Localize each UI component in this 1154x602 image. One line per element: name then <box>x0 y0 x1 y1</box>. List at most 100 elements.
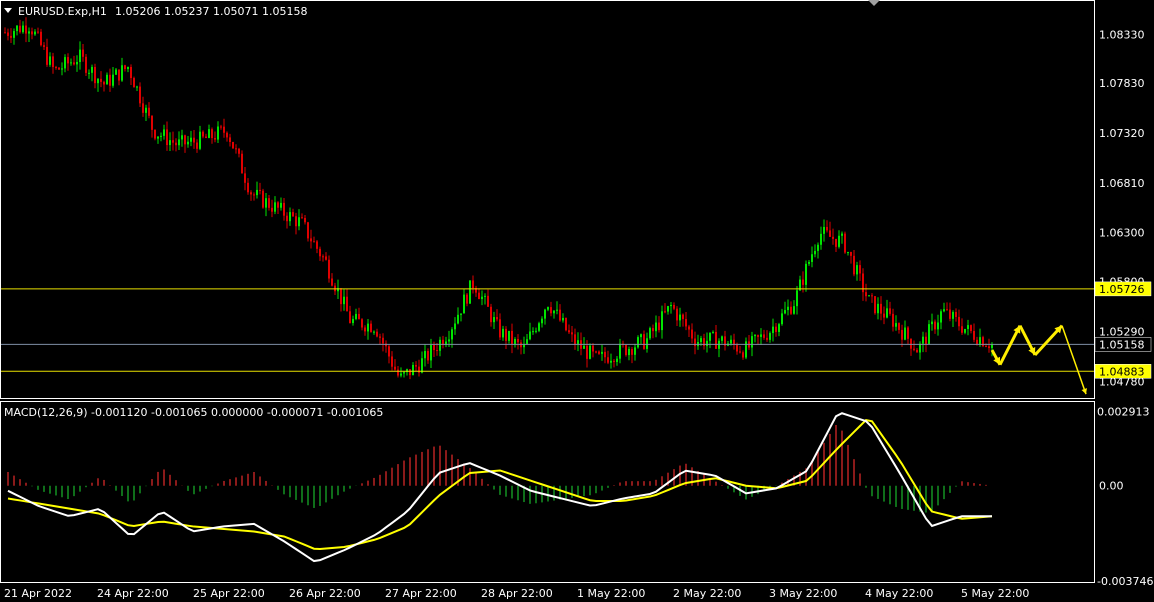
candle-body <box>760 334 762 337</box>
candle-body <box>793 306 795 314</box>
candle-body <box>739 351 741 353</box>
candle-body <box>166 129 168 146</box>
candle-body <box>817 244 819 251</box>
candle-body <box>805 263 807 285</box>
candle-body <box>238 148 240 154</box>
candle-body <box>730 339 732 344</box>
candle-body <box>913 348 915 350</box>
candle-body <box>904 327 906 340</box>
candle-body <box>148 107 150 116</box>
candle-body <box>325 256 327 260</box>
candle-body <box>58 67 60 70</box>
candle-body <box>640 334 642 338</box>
candle-body <box>646 338 648 349</box>
candle-body <box>499 319 501 338</box>
candle-body <box>118 69 120 81</box>
candle-body <box>286 215 288 222</box>
candle-body <box>637 337 639 348</box>
candle-body <box>358 313 360 320</box>
candle-body <box>775 326 777 332</box>
candle-body <box>274 202 276 212</box>
candle-body <box>619 343 621 359</box>
candle-body <box>16 25 18 32</box>
candle-body <box>556 309 558 311</box>
candle-body <box>508 330 510 341</box>
candle-body <box>532 331 534 333</box>
macd-label: MACD(12,26,9) -0.001120 -0.001065 0.0000… <box>4 406 383 419</box>
time-label: 24 Apr 22:00 <box>97 587 169 600</box>
ohlc-label: 1.05206 1.05237 1.05071 1.05158 <box>115 5 307 18</box>
candle-body <box>973 330 975 340</box>
candle-body <box>928 324 930 345</box>
candle-body <box>685 319 687 327</box>
candle-body <box>964 328 966 333</box>
candle-body <box>424 351 426 359</box>
candle-body <box>715 331 717 349</box>
price-tick: 1.06810 <box>1099 177 1145 190</box>
candle-body <box>100 78 102 82</box>
trading-chart[interactable]: EURUSD.Exp,H1 1.05206 1.05237 1.05071 1.… <box>0 0 1154 602</box>
candle-body <box>370 323 372 333</box>
candle-body <box>934 321 936 330</box>
candle-body <box>826 226 828 231</box>
candle-body <box>97 78 99 84</box>
candle-body <box>712 331 714 333</box>
candle-body <box>547 307 549 310</box>
candle-body <box>382 337 384 344</box>
candle-body <box>721 336 723 341</box>
candle-body <box>160 135 162 137</box>
candle-body <box>535 330 537 332</box>
price-tick: 1.05290 <box>1099 325 1145 338</box>
candle-body <box>871 295 873 297</box>
candle-body <box>517 339 519 343</box>
candle-body <box>829 230 831 237</box>
candle-body <box>340 288 342 305</box>
candle-body <box>628 349 630 356</box>
candle-body <box>364 327 366 332</box>
candle-body <box>289 212 291 222</box>
candle-body <box>145 107 147 113</box>
candle-body <box>469 280 471 304</box>
candle-body <box>250 192 252 195</box>
candle-body <box>700 338 702 342</box>
candle-body <box>373 331 375 333</box>
candle-body <box>736 344 738 352</box>
candle-body <box>10 35 12 38</box>
candle-body <box>361 319 363 328</box>
candle-body <box>346 296 348 312</box>
candle-body <box>496 317 498 320</box>
candle-body <box>889 308 891 314</box>
candle-body <box>175 142 177 146</box>
candle-body <box>301 217 303 219</box>
candle-body <box>187 141 189 145</box>
candle-body <box>232 142 234 149</box>
candle-body <box>349 311 351 324</box>
candle-body <box>841 233 843 236</box>
candle-body <box>124 65 126 70</box>
candle-body <box>223 126 225 133</box>
time-label: 25 Apr 22:00 <box>193 587 265 600</box>
candle-body <box>931 321 933 325</box>
candle-body <box>412 364 414 376</box>
time-label: 5 May 22:00 <box>961 587 1029 600</box>
time-label: 4 May 22:00 <box>865 587 933 600</box>
candle-body <box>265 198 267 208</box>
candle-body <box>331 278 333 286</box>
candle-body <box>130 67 132 79</box>
price-tick: 1.06300 <box>1099 227 1145 240</box>
candle-body <box>247 182 249 193</box>
price-tick: 1.07320 <box>1099 127 1145 140</box>
candle-body <box>568 330 570 333</box>
candle-body <box>511 330 513 345</box>
candle-body <box>604 351 606 358</box>
candle-body <box>235 148 237 150</box>
candle-body <box>49 56 51 65</box>
candle-body <box>592 345 594 352</box>
candle-body <box>397 369 399 376</box>
candle-body <box>25 25 27 34</box>
level-tag-lower: 1.04883 <box>1099 365 1145 378</box>
candle-body <box>658 322 660 331</box>
macd-tick: 0.00 <box>1099 480 1124 493</box>
candle-body <box>781 313 783 325</box>
candle-body <box>820 233 822 245</box>
